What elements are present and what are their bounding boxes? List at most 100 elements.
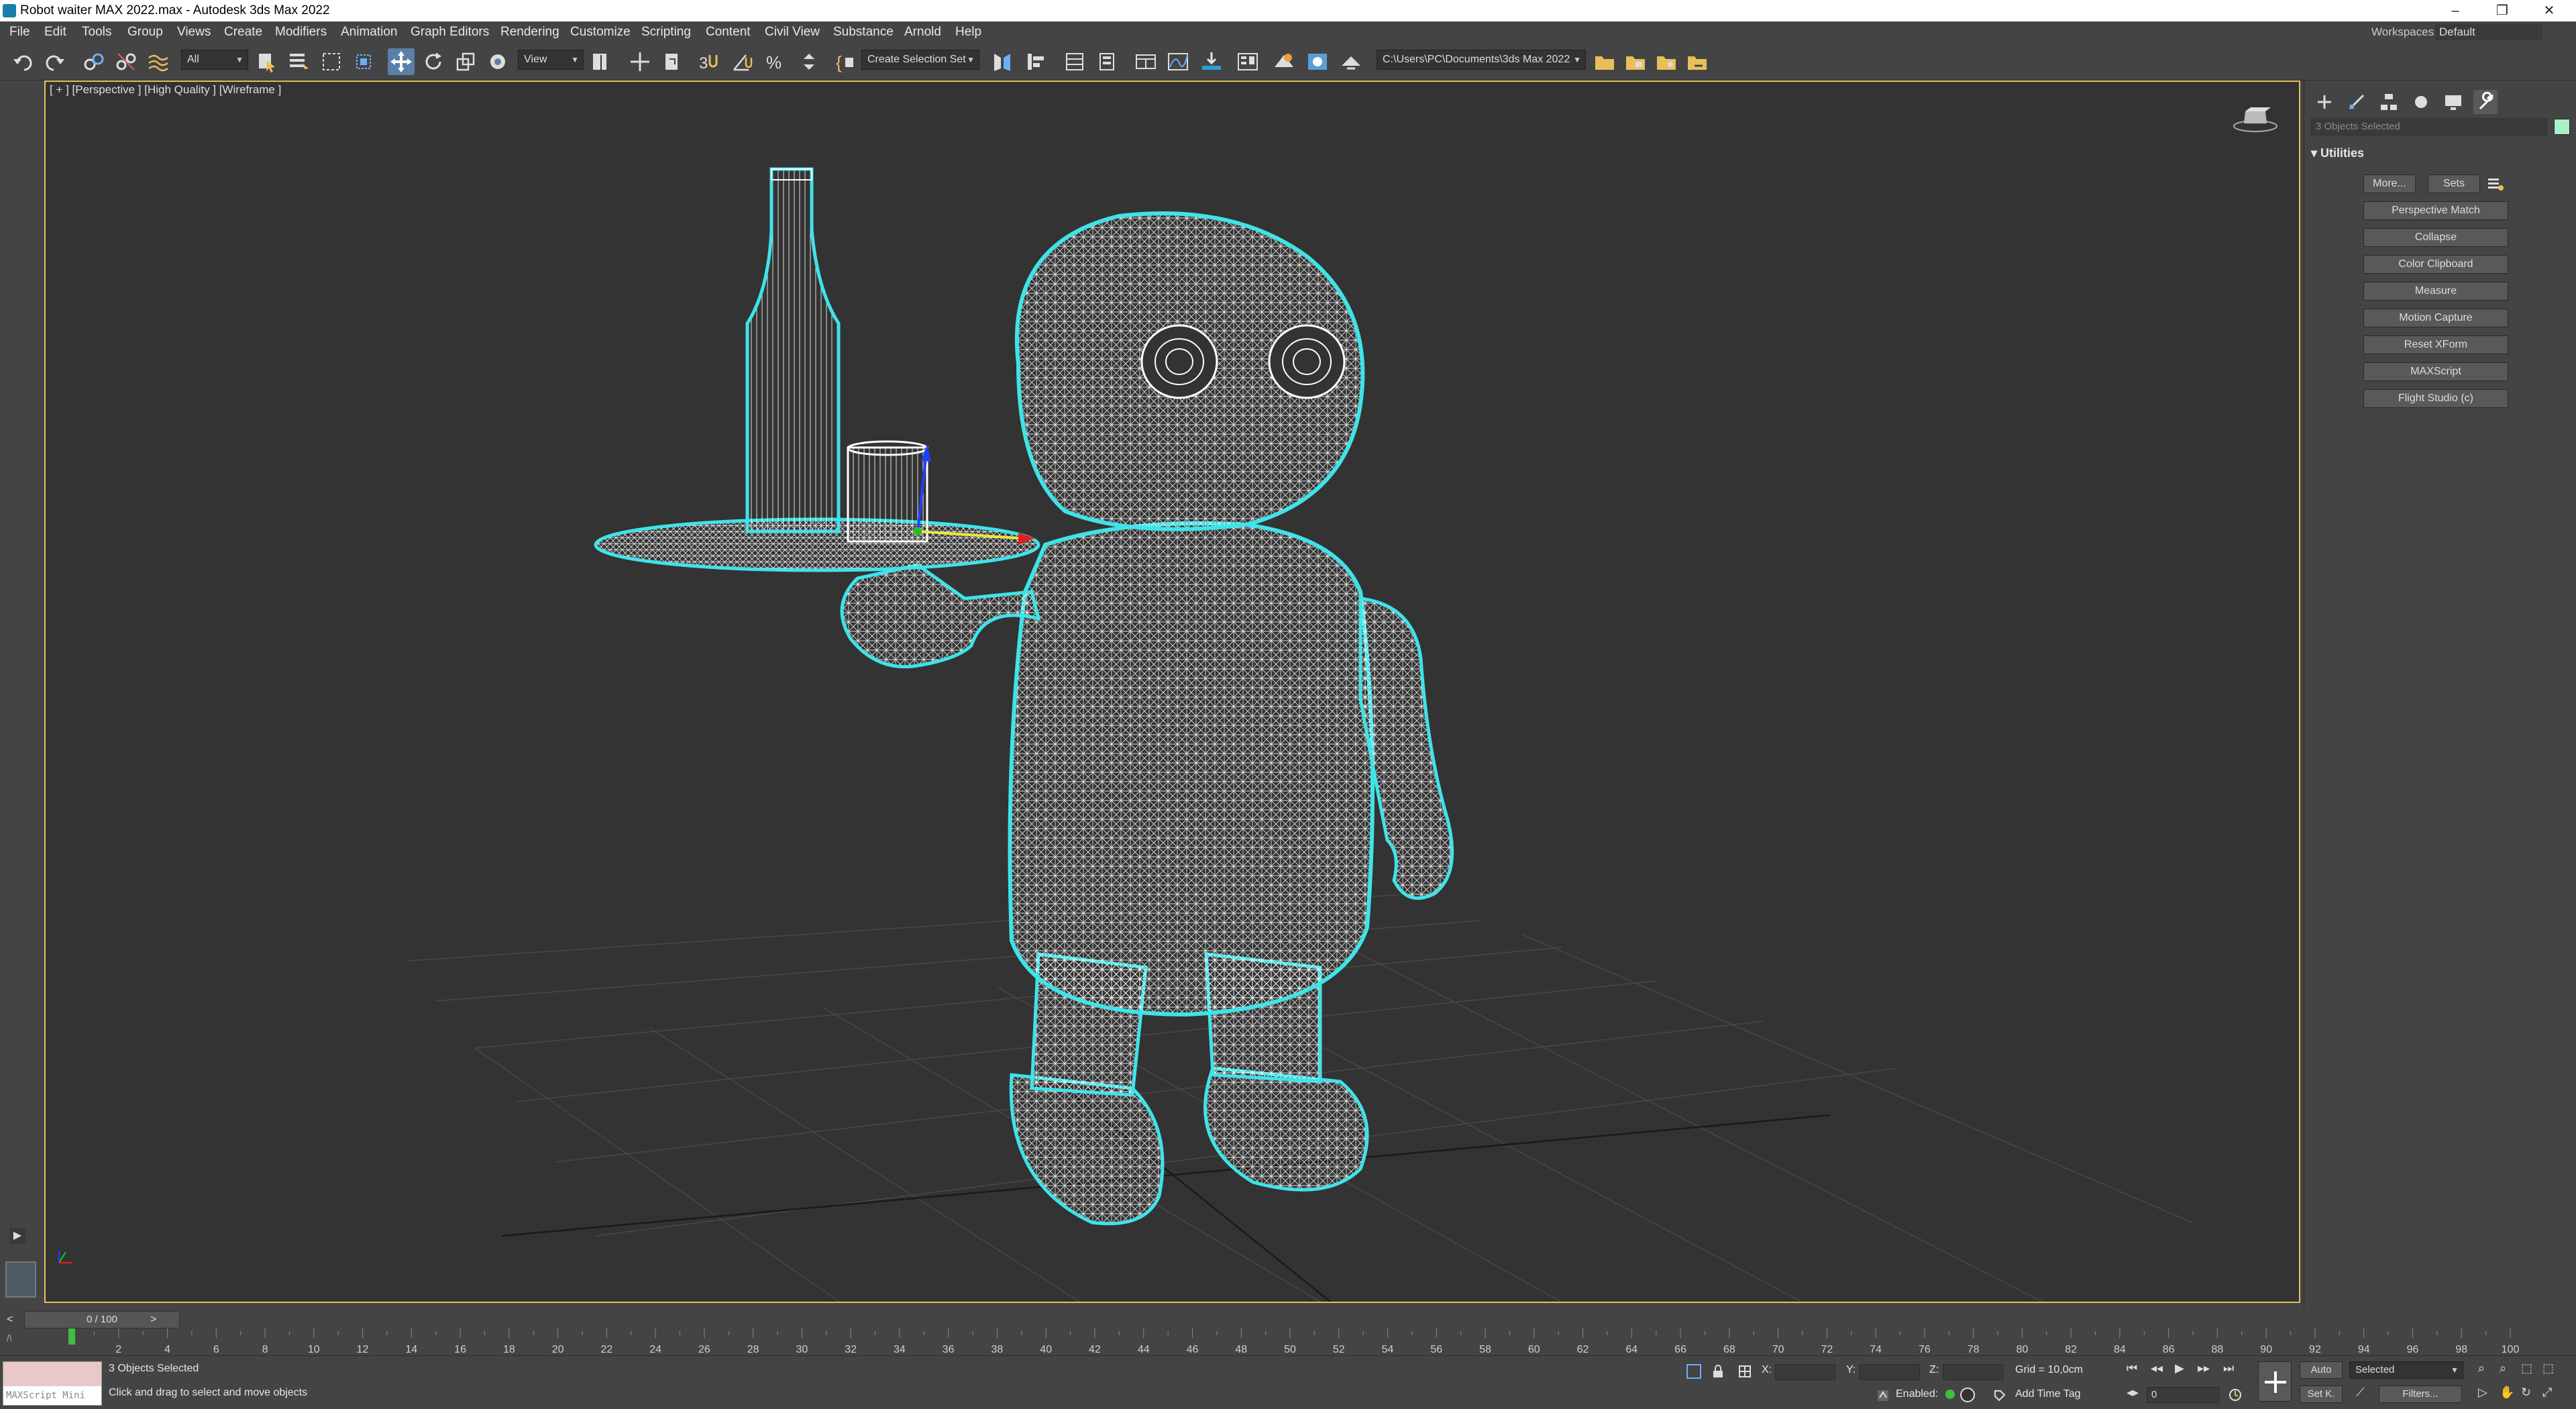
menu-edit[interactable]: Edit [44, 21, 66, 43]
schematic-view-icon[interactable] [1198, 48, 1225, 75]
reset-xform-button[interactable]: Reset XForm [2363, 335, 2508, 354]
utilities-tab-icon[interactable] [2473, 90, 2498, 114]
menu-civil-view[interactable]: Civil View [765, 21, 820, 43]
sets-button[interactable]: Sets [2428, 174, 2480, 193]
mirror-icon[interactable] [989, 48, 1016, 75]
time-configuration-icon[interactable] [2227, 1387, 2243, 1403]
menu-customize[interactable]: Customize [570, 21, 631, 43]
curve-editor-icon[interactable] [1165, 48, 1191, 75]
play-icon[interactable]: ▶ [2175, 1361, 2184, 1375]
next-frame-icon[interactable]: ▸▸ [2198, 1361, 2210, 1375]
redo-icon[interactable] [42, 48, 68, 75]
select-and-scale-icon[interactable] [452, 48, 479, 75]
menu-rendering[interactable]: Rendering [500, 21, 559, 43]
go-to-end-icon[interactable]: ⏭ [2223, 1361, 2234, 1375]
motion-tab-icon[interactable] [2409, 90, 2433, 114]
object-color-swatch[interactable] [2554, 119, 2570, 135]
y-coordinate-field[interactable] [1860, 1364, 1920, 1380]
unlink-icon[interactable] [113, 48, 140, 75]
named-selection-sets-dropdown[interactable]: Create Selection Set ▼ [861, 50, 979, 70]
restore-button[interactable]: ❐ [2482, 0, 2522, 21]
select-by-name-icon[interactable] [286, 48, 313, 75]
enabled-status-dot[interactable] [1945, 1390, 1955, 1399]
toggle-ribbon-icon[interactable] [1132, 48, 1159, 75]
keyboard-shortcut-override-icon[interactable] [659, 48, 686, 75]
menu-tools[interactable]: Tools [82, 21, 111, 43]
spinner-snap-icon[interactable] [796, 48, 822, 75]
menu-help[interactable]: Help [955, 21, 981, 43]
close-button[interactable]: ✕ [2529, 0, 2569, 21]
configure-button-sets-icon[interactable] [2485, 176, 2506, 193]
select-manipulate-icon[interactable] [627, 48, 653, 75]
display-tab-icon[interactable] [2441, 90, 2465, 114]
pan-view-icon[interactable]: ✋ [2500, 1386, 2514, 1400]
workspaces-dropdown[interactable]: Default [2435, 24, 2542, 40]
rectangular-selection-icon[interactable] [318, 48, 345, 75]
auto-key-button[interactable]: Auto [2300, 1361, 2343, 1379]
lock-selection-icon[interactable] [1711, 1364, 1725, 1379]
select-and-place-icon[interactable] [484, 48, 511, 75]
key-tangent-icon[interactable]: ⟋ [2356, 1386, 2371, 1403]
render-setup-icon[interactable] [1271, 48, 1297, 75]
project-folder-icon[interactable] [1591, 48, 1618, 75]
zoom-extents-icon[interactable]: ⬚ [2521, 1361, 2532, 1375]
zoom-extents-all-icon[interactable]: ⬚ [2542, 1361, 2554, 1375]
absolute-transform-icon[interactable] [1737, 1364, 1752, 1379]
mini-curve-editor-toggle[interactable]: /\ [7, 1333, 28, 1349]
time-tag-icon[interactable] [1992, 1388, 2007, 1403]
perspective-viewport[interactable]: [ + ] [Perspective ] [High Quality ] [Wi… [44, 81, 2300, 1303]
create-tab-icon[interactable] [2312, 90, 2337, 114]
render-production-icon[interactable] [1338, 48, 1364, 75]
menu-scripting[interactable]: Scripting [641, 21, 691, 43]
menu-create[interactable]: Create [224, 21, 262, 43]
select-object-icon[interactable] [254, 48, 280, 75]
snaps-toggle-icon[interactable]: 3 [695, 48, 722, 75]
enabled-toggle-icon[interactable] [1960, 1388, 1975, 1402]
key-mode-toggle-icon[interactable]: ◂▸ [2127, 1386, 2139, 1400]
collapse-button[interactable]: Collapse [2363, 228, 2508, 247]
play-arrow-icon[interactable]: ▶ [9, 1228, 25, 1244]
select-and-move-icon[interactable] [388, 48, 415, 75]
timeline-ruler[interactable]: 2 4 6 8 10 12 14 16 18 20 22 24 26 28 30 32 34 36 38 40 42 44… [28, 1328, 2530, 1355]
color-clipboard-button[interactable]: Color Clipboard [2363, 255, 2508, 274]
reference-coordinate-dropdown[interactable]: View ▼ [518, 50, 584, 70]
minimize-button[interactable]: – [2435, 0, 2475, 21]
menu-substance[interactable]: Substance [833, 21, 894, 43]
menu-views[interactable]: Views [177, 21, 211, 43]
zoom-icon[interactable]: ⌕ [2478, 1361, 2485, 1375]
menu-modifiers[interactable]: Modifiers [275, 21, 327, 43]
set-key-icon[interactable] [2258, 1361, 2292, 1402]
edit-named-selection-icon[interactable]: { [832, 48, 859, 75]
timeline-prev-button[interactable]: < [7, 1311, 20, 1328]
hierarchy-tab-icon[interactable] [2377, 90, 2401, 114]
link-icon[interactable] [80, 48, 107, 75]
key-filters-button[interactable]: Filters... [2379, 1386, 2462, 1403]
utilities-rollout-header[interactable]: ▾ Utilities [2311, 144, 2571, 162]
menu-graph-editors[interactable]: Graph Editors [411, 21, 489, 43]
menu-group[interactable]: Group [127, 21, 163, 43]
menu-animation[interactable]: Animation [341, 21, 398, 43]
key-filter-dropdown[interactable]: Selected ▼ [2349, 1361, 2463, 1379]
timeline-next-button[interactable]: > [150, 1311, 164, 1328]
flight-studio-button[interactable]: Flight Studio (c) [2363, 389, 2508, 408]
window-crossing-icon[interactable] [350, 48, 377, 75]
bind-space-warp-icon[interactable] [145, 48, 172, 75]
percent-snap-icon[interactable]: % [762, 48, 789, 75]
angle-snap-icon[interactable] [729, 48, 755, 75]
folder-settings-icon[interactable] [1653, 48, 1680, 75]
viewport-scene[interactable] [46, 82, 2300, 1303]
previous-frame-icon[interactable]: ◂◂ [2151, 1361, 2163, 1375]
go-to-start-icon[interactable]: ⏮ [2127, 1361, 2137, 1375]
viewport-layout-icon[interactable] [5, 1261, 36, 1298]
maxscript-mini-input[interactable]: MAXScript Mini [3, 1386, 101, 1405]
set-key-button[interactable]: Set K. [2300, 1386, 2343, 1403]
pivot-center-icon[interactable] [588, 48, 614, 75]
motion-capture-button[interactable]: Motion Capture [2363, 309, 2508, 327]
x-coordinate-field[interactable] [1775, 1364, 1835, 1380]
project-path-dropdown[interactable]: C:\Users\PC\Documents\3ds Max 2022 ▼ [1377, 50, 1586, 70]
menu-file[interactable]: File [9, 21, 30, 43]
measure-button[interactable]: Measure [2363, 282, 2508, 301]
selection-filter-dropdown[interactable]: All ▼ [181, 50, 248, 70]
maxscript-listener[interactable]: MAXScript Mini [3, 1361, 102, 1406]
menu-arnold[interactable]: Arnold [904, 21, 941, 43]
